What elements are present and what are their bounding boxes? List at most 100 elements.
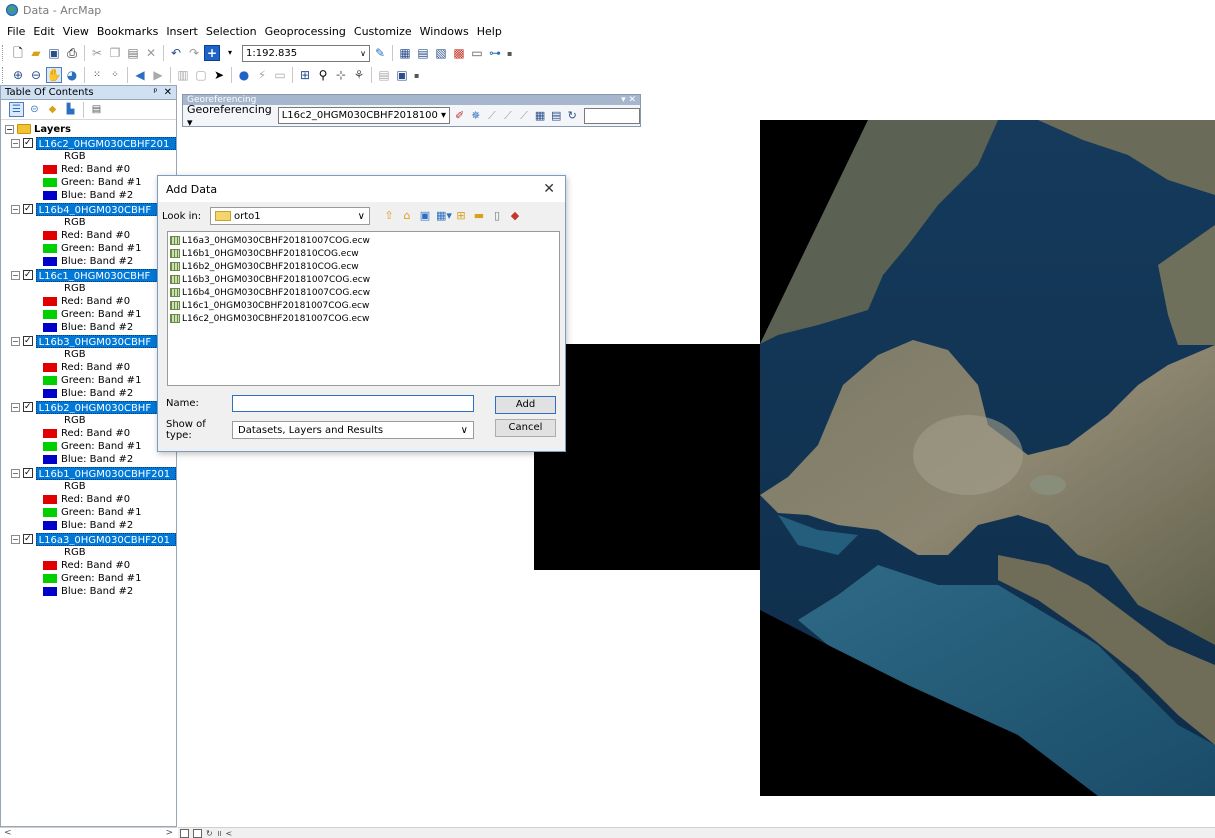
find-route-icon[interactable]: ⊹	[333, 67, 349, 83]
layer-name[interactable]: L16b4_0HGM030CBHF	[35, 202, 176, 216]
connect-folder-icon[interactable]: ⊞	[454, 209, 468, 223]
layer-name[interactable]: L16b2_0HGM030CBHF	[35, 400, 176, 414]
menu-file[interactable]: File	[3, 25, 29, 38]
identify-icon[interactable]: ●	[236, 67, 252, 83]
band-color-swatch[interactable]	[43, 455, 57, 464]
menu-edit[interactable]: Edit	[29, 25, 58, 38]
pan-hand-icon[interactable]: ✋	[46, 67, 62, 83]
name-input[interactable]	[232, 395, 474, 412]
layer-name[interactable]: L16b1_0HGM030CBHF201	[35, 466, 176, 480]
file-list-item[interactable]: L16b2_0HGM030CBHF201810COG.ecw	[170, 260, 557, 273]
fixed-zoom-out-icon[interactable]: ⁘	[107, 67, 123, 83]
pause-drawing-icon[interactable]: ॥	[217, 828, 222, 838]
add-data-icon[interactable]: +	[204, 45, 220, 61]
zoom-out-icon[interactable]: ⊖	[28, 67, 44, 83]
layer-visibility-checkbox[interactable]: ✓	[22, 534, 33, 544]
search-window-icon[interactable]: ▧	[433, 45, 449, 61]
home-icon[interactable]: ⌂	[400, 209, 414, 223]
georeferencing-value-input[interactable]	[583, 107, 641, 124]
up-one-level-icon[interactable]: ⇧	[382, 209, 396, 223]
add-control-points-icon[interactable]: ✐	[453, 109, 466, 123]
list-by-drawing-order-icon[interactable]: ☰	[9, 102, 24, 117]
copy-icon[interactable]: ❐	[107, 45, 123, 61]
fixed-zoom-in-icon[interactable]: ⁙	[89, 67, 105, 83]
rotate-icon[interactable]: ✵	[469, 109, 482, 123]
collapse-icon[interactable]: −	[5, 124, 14, 134]
select-elements-icon[interactable]: ➤	[211, 67, 227, 83]
band-color-swatch[interactable]	[43, 363, 57, 372]
collapse-icon[interactable]: −	[11, 204, 20, 214]
auto-adjust-icon[interactable]: ⟋	[517, 109, 530, 123]
arctoolbox-icon[interactable]: ▩	[451, 45, 467, 61]
refresh-icon[interactable]: ↻	[206, 829, 213, 838]
new-document-icon[interactable]: 🗋	[10, 45, 26, 61]
add-data-dropdown-icon[interactable]: ▾	[222, 45, 238, 61]
look-in-select[interactable]: orto1 ∨	[210, 207, 370, 225]
layer-name[interactable]: L16c2_0HGM030CBHF201	[35, 136, 176, 150]
redo-icon[interactable]: ↷	[186, 45, 202, 61]
band-color-swatch[interactable]	[43, 561, 57, 570]
layer-visibility-checkbox[interactable]: ✓	[22, 204, 33, 214]
select-features-icon[interactable]: ▥	[175, 67, 191, 83]
georeferencing-menu-button[interactable]: Georeferencing ▾	[187, 103, 275, 129]
toolbar-grip[interactable]	[2, 45, 6, 61]
menu-insert[interactable]: Insert	[162, 25, 202, 38]
collapse-icon[interactable]: −	[11, 336, 20, 346]
new-database-icon[interactable]: ▯	[490, 209, 504, 223]
view-options-icon[interactable]: ▦▾	[436, 209, 452, 223]
band-color-swatch[interactable]	[43, 257, 57, 266]
forward-arrow-icon[interactable]: ▶	[150, 67, 166, 83]
view-link-table-icon[interactable]: ▦	[534, 109, 547, 123]
band-color-swatch[interactable]	[43, 297, 57, 306]
show-of-type-select[interactable]: Datasets, Layers and Results ∨	[232, 421, 474, 439]
scale-icon[interactable]: ⟋	[501, 109, 514, 123]
pin-icon[interactable]: ᵖ	[153, 87, 157, 98]
band-color-swatch[interactable]	[43, 231, 57, 240]
band-color-swatch[interactable]	[43, 191, 57, 200]
undo-icon[interactable]: ↶	[168, 45, 184, 61]
layer-visibility-checkbox[interactable]: ✓	[22, 138, 33, 148]
toc-layer[interactable]: − ✓ L16b4_0HGM030CBHF	[1, 202, 176, 216]
band-color-swatch[interactable]	[43, 521, 57, 530]
file-list-item[interactable]: L16c2_0HGM030CBHF20181007COG.ecw	[170, 312, 557, 325]
zoom-in-icon[interactable]: ⊕	[10, 67, 26, 83]
measure-icon[interactable]: ⊞	[297, 67, 313, 83]
file-list-item[interactable]: L16b4_0HGM030CBHF20181007COG.ecw	[170, 286, 557, 299]
layer-name[interactable]: L16b3_0HGM030CBHF	[35, 334, 176, 348]
python-window-icon[interactable]: ▭	[469, 45, 485, 61]
modelbuilder-icon[interactable]: ⊶	[487, 45, 503, 61]
list-by-source-icon[interactable]: ⊝	[27, 102, 42, 117]
layers-dataframe[interactable]: − Layers	[1, 122, 176, 136]
shift-icon[interactable]: ⟋	[485, 109, 498, 123]
toolbar-overflow-icon[interactable]: ▪	[507, 49, 512, 58]
collapse-icon[interactable]: −	[11, 534, 20, 544]
band-color-swatch[interactable]	[43, 376, 57, 385]
find-icon[interactable]: ⚲	[315, 67, 331, 83]
catalog-view-icon[interactable]: ▣	[418, 209, 432, 223]
catalog-icon[interactable]: ▤	[415, 45, 431, 61]
collapse-icon[interactable]: −	[11, 468, 20, 478]
scroll-right-icon[interactable]: >	[165, 828, 173, 838]
hyperlink-icon[interactable]: ⚡	[254, 67, 270, 83]
back-arrow-icon[interactable]: ◀	[132, 67, 148, 83]
toc-layer[interactable]: − ✓ L16c1_0HGM030CBHF	[1, 268, 176, 282]
toc-layer[interactable]: − ✓ L16a3_0HGM030CBHF201	[1, 532, 176, 546]
band-color-swatch[interactable]	[43, 574, 57, 583]
go-to-xy-icon[interactable]: ⚘	[351, 67, 367, 83]
clear-selection-icon[interactable]: ▢	[193, 67, 209, 83]
band-color-swatch[interactable]	[43, 495, 57, 504]
layout-view-icon[interactable]	[193, 828, 202, 838]
georeferencing-layer-select[interactable]: L16c2_0HGM030CBHF2018100 ▾	[277, 107, 451, 124]
print-icon[interactable]: ⎙	[64, 45, 80, 61]
time-slider-icon[interactable]: ▤	[376, 67, 392, 83]
menu-customize[interactable]: Customize	[350, 25, 416, 38]
close-icon[interactable]: ✕	[543, 181, 555, 197]
layer-visibility-checkbox[interactable]: ✓	[22, 270, 33, 280]
layer-visibility-checkbox[interactable]: ✓	[22, 402, 33, 412]
band-color-swatch[interactable]	[43, 310, 57, 319]
arcgis-online-icon[interactable]: ◆	[508, 209, 522, 223]
toc-layer[interactable]: − ✓ L16b3_0HGM030CBHF	[1, 334, 176, 348]
map-scale-combo[interactable]: 1:192.835 ∨	[242, 44, 370, 62]
toolbar-overflow-icon[interactable]: ▪	[414, 71, 419, 80]
collapse-icon[interactable]: −	[11, 270, 20, 280]
